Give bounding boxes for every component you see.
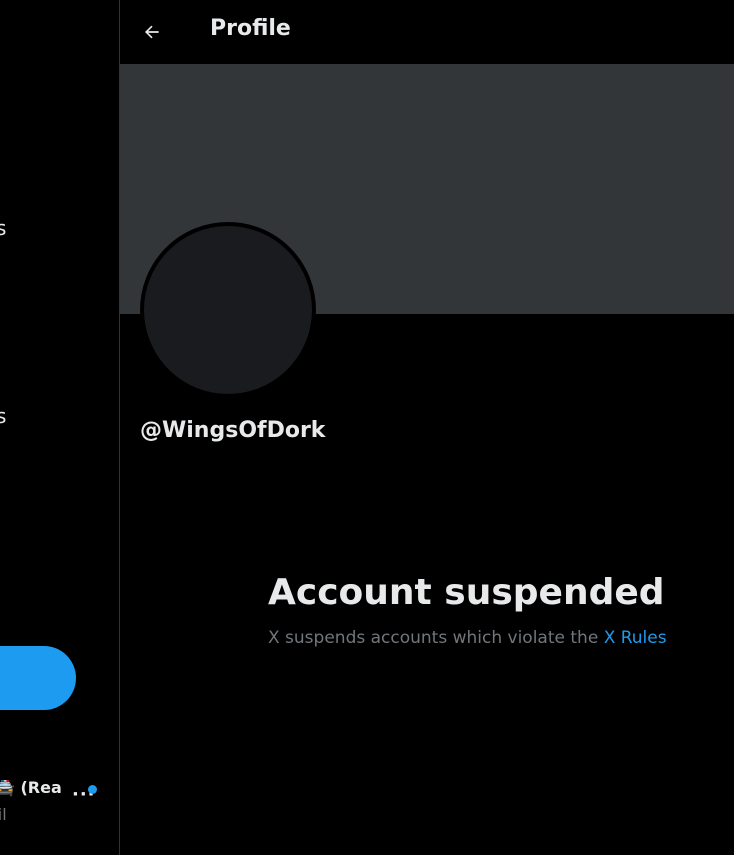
account-name: 🚔 (Rea [0,778,62,797]
sidebar: s s 🚔 (Rea ail ··· [0,0,120,855]
suspension-description-text: X suspends accounts which violate the [268,628,604,648]
suspension-title: Account suspended [268,572,665,613]
profile-header: Profile [120,0,734,63]
x-rules-link[interactable]: X Rules [604,628,667,648]
arrow-left-icon [144,25,159,39]
main-column: Profile @WingsOfDork Account suspended X… [120,0,734,855]
account-switcher[interactable]: 🚔 (Rea ail ··· [0,770,119,830]
back-button[interactable] [134,14,170,50]
avatar [140,222,316,398]
sidebar-nav-item[interactable]: s [0,404,6,428]
post-button[interactable] [0,646,76,710]
profile-handle: @WingsOfDork [140,418,326,443]
account-handle: ail [0,805,7,824]
page-title: Profile [210,16,291,41]
sidebar-nav-item[interactable]: s [0,216,6,240]
notification-dot [88,785,97,794]
suspension-description: X suspends accounts which violate the X … [268,628,667,648]
